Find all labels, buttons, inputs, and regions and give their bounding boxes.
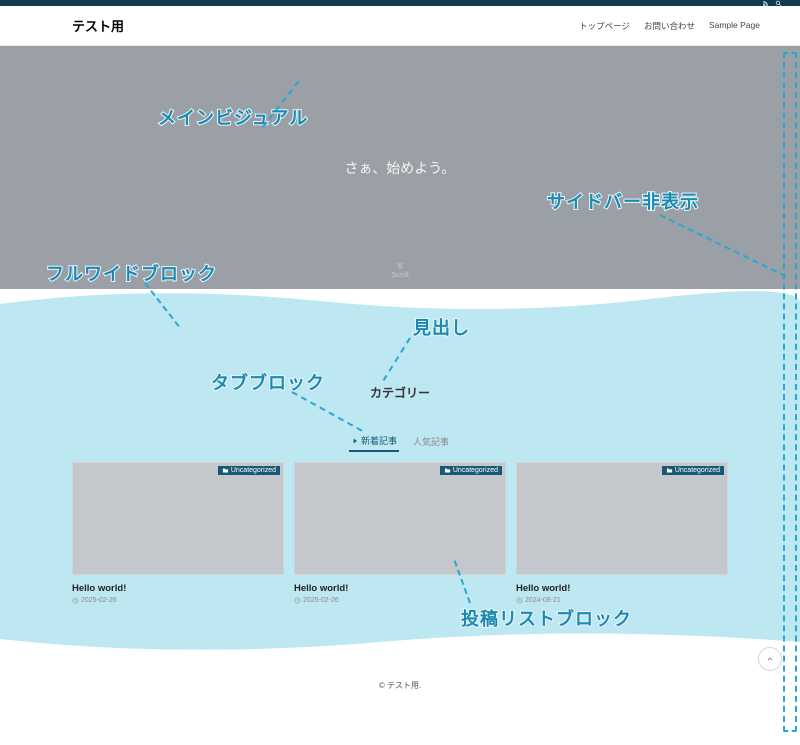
- chevron-double-down-icon: [395, 261, 405, 271]
- fullwide-block: カテゴリー 新着記事 人気記事 Uncategorized Hello worl…: [0, 289, 800, 654]
- copyright: © テスト用.: [379, 681, 421, 690]
- wave-top: [0, 289, 800, 319]
- badge-label: Uncategorized: [231, 467, 276, 474]
- rss-icon[interactable]: [759, 0, 769, 9]
- badge-label: Uncategorized: [675, 467, 720, 474]
- post-thumbnail: Uncategorized: [294, 462, 506, 575]
- tab-new[interactable]: 新着記事: [349, 431, 399, 452]
- site-header: テスト用 トップページ お問い合わせ Sample Page: [0, 6, 800, 46]
- post-meta: 2024-08-21: [516, 597, 728, 604]
- annotation-main-visual: メインビジュアル: [158, 104, 308, 130]
- tab-block: 新着記事 人気記事: [0, 431, 800, 452]
- folder-icon: [666, 467, 673, 474]
- post-title: Hello world!: [72, 583, 284, 594]
- annotation-heading: 見出し: [413, 314, 470, 340]
- back-to-top-button[interactable]: [758, 647, 782, 671]
- post-date: 2025-02-26: [303, 597, 339, 604]
- tab-popular[interactable]: 人気記事: [411, 431, 451, 452]
- chevron-up-icon: [766, 655, 774, 663]
- post-card[interactable]: Uncategorized Hello world! 2025-02-26: [72, 462, 284, 604]
- main-visual: さぁ、始めよう。 Scroll: [0, 46, 800, 289]
- annotation-fullwide: フルワイドブロック: [46, 260, 217, 286]
- caret-right-icon: [351, 437, 359, 445]
- clock-icon: [516, 597, 523, 604]
- clock-icon: [294, 597, 301, 604]
- nav-item-top[interactable]: トップページ: [579, 20, 630, 32]
- category-badge[interactable]: Uncategorized: [662, 466, 724, 475]
- post-meta: 2025-02-26: [294, 597, 506, 604]
- post-thumbnail: Uncategorized: [72, 462, 284, 575]
- hero-text: さぁ、始めよう。: [345, 158, 456, 178]
- annotation-sidebar-box: [783, 52, 797, 732]
- post-card[interactable]: Uncategorized Hello world! 2024-08-21: [516, 462, 728, 604]
- post-date: 2024-08-21: [525, 597, 561, 604]
- search-icon[interactable]: [772, 0, 782, 9]
- annotation-sidebar-hidden: サイドバー非表示: [547, 188, 699, 214]
- category-badge[interactable]: Uncategorized: [440, 466, 502, 475]
- site-title[interactable]: テスト用: [72, 16, 124, 35]
- post-title: Hello world!: [516, 583, 728, 594]
- annotation-post-list: 投稿リストブロック: [461, 605, 632, 631]
- scroll-indicator[interactable]: Scroll: [391, 261, 409, 279]
- folder-icon: [222, 467, 229, 474]
- badge-label: Uncategorized: [453, 467, 498, 474]
- tab-label-popular: 人気記事: [413, 435, 449, 448]
- annotation-tab-block: タブブロック: [211, 369, 325, 395]
- clock-icon: [72, 597, 79, 604]
- site-footer: © テスト用.: [0, 654, 800, 701]
- nav-item-contact[interactable]: お問い合わせ: [644, 20, 695, 32]
- category-badge[interactable]: Uncategorized: [218, 466, 280, 475]
- primary-nav: トップページ お問い合わせ Sample Page: [579, 20, 760, 32]
- scroll-label: Scroll: [391, 272, 409, 279]
- post-meta: 2025-02-26: [72, 597, 284, 604]
- post-card[interactable]: Uncategorized Hello world! 2025-02-26: [294, 462, 506, 604]
- nav-item-sample[interactable]: Sample Page: [709, 20, 760, 32]
- post-thumbnail: Uncategorized: [516, 462, 728, 575]
- post-date: 2025-02-26: [81, 597, 117, 604]
- section-heading: カテゴリー: [0, 384, 800, 401]
- post-title: Hello world!: [294, 583, 506, 594]
- post-list-block: Uncategorized Hello world! 2025-02-26 Un…: [0, 452, 800, 604]
- folder-icon: [444, 467, 451, 474]
- tab-label-new: 新着記事: [361, 434, 397, 447]
- wave-bottom: [0, 624, 800, 654]
